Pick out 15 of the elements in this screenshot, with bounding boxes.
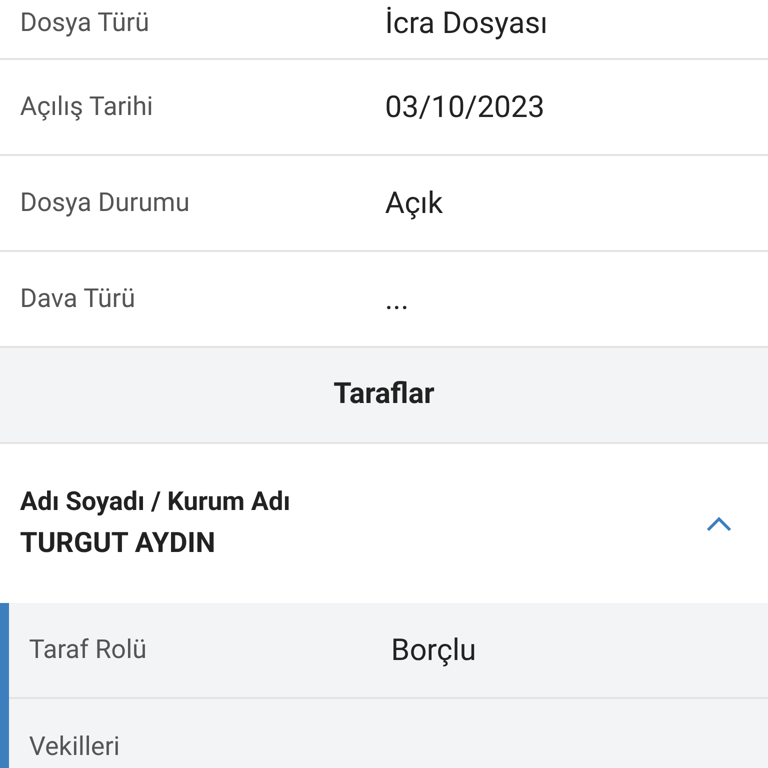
party-name-label: Adı Soyadı / Kurum Adı xyxy=(20,486,290,519)
field-label: Dava Türü xyxy=(19,282,136,316)
field-label: Dosya Türü xyxy=(19,6,150,40)
field-label: Açılış Tarihi xyxy=(19,90,154,124)
chevron-up-icon[interactable] xyxy=(706,516,732,532)
field-label: Dosya Durumu xyxy=(19,186,191,220)
field-value: İcra Dosyası xyxy=(385,4,548,42)
field-value: ... xyxy=(385,280,409,318)
section-title: Taraflar xyxy=(334,376,434,414)
field-label: Taraf Rolü xyxy=(28,634,148,666)
field-value: Borçlu xyxy=(391,632,476,670)
field-value: 03/10/2023 xyxy=(385,88,545,126)
field-label: Vekilleri xyxy=(28,730,121,764)
field-value: Açık xyxy=(385,184,443,222)
party-name: TURGUT AYDIN xyxy=(20,525,216,561)
